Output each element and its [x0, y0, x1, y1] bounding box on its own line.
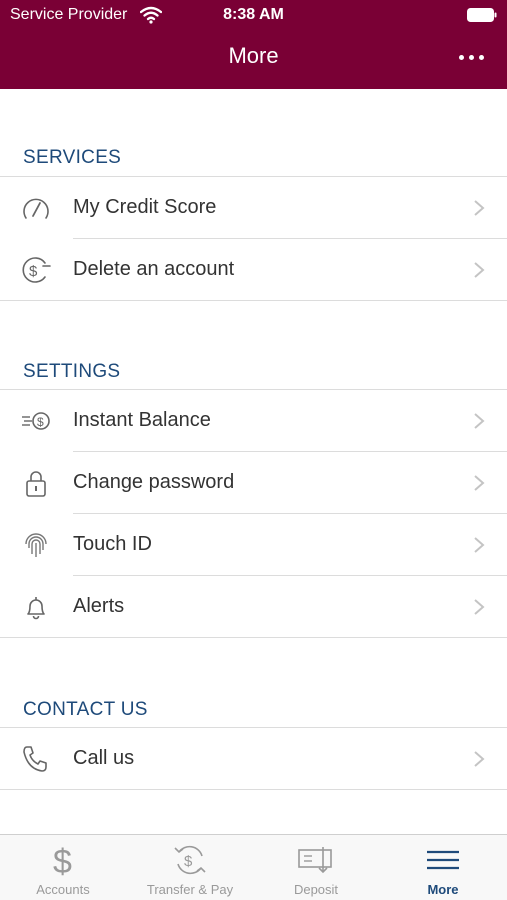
- section-title-settings: SETTINGS: [23, 361, 121, 382]
- gauge-icon: [23, 198, 49, 219]
- menu-item-instant-balance[interactable]: $ Instant Balance: [0, 390, 507, 452]
- svg-text:$: $: [29, 263, 38, 280]
- dollar-minus-icon: $: [22, 257, 51, 283]
- tab-label: More: [427, 882, 459, 897]
- menu-item-delete-account[interactable]: $ Delete an account: [0, 239, 507, 301]
- dollar-icon: $: [53, 843, 72, 878]
- menu-item-label: Change password: [73, 471, 235, 493]
- bell-icon: [27, 597, 45, 620]
- lock-icon: [26, 471, 46, 497]
- menu-item-change-password[interactable]: Change password: [0, 452, 507, 514]
- app-header: Service Provider 8:38 AM More: [0, 0, 507, 89]
- page-title: More: [228, 43, 279, 68]
- status-bar: Service Provider 8:38 AM: [0, 0, 507, 30]
- status-time: 8:38 AM: [223, 6, 284, 23]
- tab-accounts[interactable]: $ Accounts: [0, 835, 126, 900]
- menu-item-label: My Credit Score: [73, 196, 217, 218]
- tab-label: Accounts: [36, 882, 90, 897]
- menu-item-credit-score[interactable]: My Credit Score: [0, 177, 507, 239]
- phone-icon: [23, 746, 47, 772]
- chevron-right-icon: [474, 751, 485, 767]
- tab-more[interactable]: More: [380, 835, 506, 900]
- menu-item-touch-id[interactable]: Touch ID: [0, 514, 507, 576]
- tab-deposit[interactable]: Deposit: [253, 835, 379, 900]
- chevron-right-icon: [474, 262, 485, 278]
- tab-label: Transfer & Pay: [146, 882, 234, 897]
- tab-transfer-pay[interactable]: $ Transfer & Pay: [127, 835, 253, 900]
- chevron-right-icon: [474, 200, 485, 216]
- svg-text:$: $: [53, 843, 72, 878]
- transfer-icon: $: [174, 845, 206, 875]
- svg-text:$: $: [37, 415, 44, 429]
- divider: [0, 300, 507, 301]
- menu-item-label: Delete an account: [73, 258, 235, 280]
- divider: [0, 637, 507, 638]
- chevron-right-icon: [474, 537, 485, 553]
- tab-label: Deposit: [293, 882, 339, 897]
- menu-icon: [427, 850, 459, 870]
- divider: [0, 789, 507, 790]
- check-deposit-icon: [298, 847, 332, 874]
- more-menu: SERVICES My Credit Score $ Delete an acc…: [0, 89, 507, 834]
- menu-item-alerts[interactable]: Alerts: [0, 576, 507, 638]
- menu-item-label: Instant Balance: [73, 409, 211, 431]
- section-title-services: SERVICES: [23, 147, 122, 168]
- menu-item-label: Alerts: [73, 595, 125, 617]
- svg-text:$: $: [184, 853, 193, 870]
- more-options-icon[interactable]: [455, 44, 489, 70]
- menu-item-call-us[interactable]: Call us: [0, 728, 507, 790]
- chevron-right-icon: [474, 599, 485, 615]
- section-title-contact-us: CONTACT US: [23, 699, 148, 720]
- fingerprint-icon: [25, 533, 47, 557]
- battery-icon: [467, 8, 497, 22]
- menu-item-label: Touch ID: [73, 533, 152, 555]
- tab-bar: $ Accounts $ Transfer & Pay Deposit More: [0, 834, 507, 900]
- menu-item-label: Call us: [73, 747, 135, 769]
- chevron-right-icon: [474, 413, 485, 429]
- fast-dollar-icon: $: [22, 412, 50, 430]
- chevron-right-icon: [474, 475, 485, 491]
